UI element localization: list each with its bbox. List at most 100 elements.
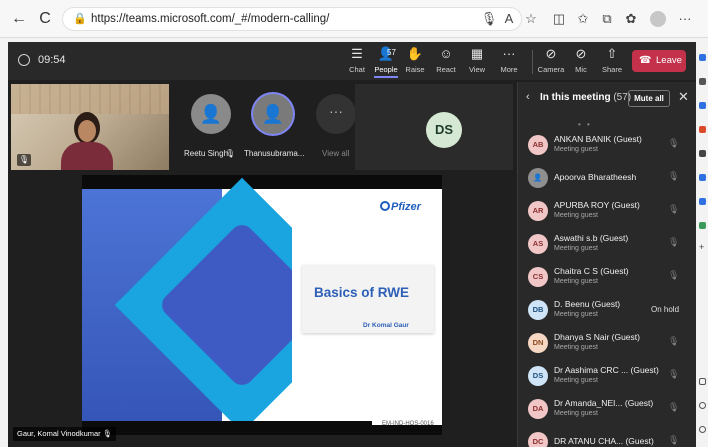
refresh-icon[interactable]: C <box>36 10 54 28</box>
sidebar-app-icon[interactable] <box>699 174 706 181</box>
mic-off-icon[interactable]: 🎙 <box>668 270 679 281</box>
participant-row[interactable]: AR APURBA ROY (Guest) Meeting guest 🎙 <box>518 195 697 227</box>
sidebar-toggle-icon[interactable] <box>699 378 706 385</box>
browser-toolbar: ← C 🔒 https://teams.microsoft.com/_#/mod… <box>0 0 708 38</box>
active-tab-indicator <box>374 76 398 78</box>
add-icon[interactable]: + <box>699 243 706 252</box>
scroll-indicator: • • <box>578 120 592 129</box>
people-panel: ‹ In this meeting (57) Mute all ✕ • • AB… <box>517 82 696 447</box>
sidebar-app-icon[interactable] <box>699 126 706 133</box>
participant-row[interactable]: AB ANKAN BANIK (Guest) Meeting guest 🎙 <box>518 129 697 161</box>
sidebar-app-icon[interactable] <box>699 222 706 229</box>
close-icon[interactable]: ✕ <box>678 89 689 105</box>
sidebar-app-icon[interactable] <box>699 150 706 157</box>
mic-icon[interactable]: 🎙 <box>480 10 498 28</box>
favorite-icon[interactable]: ☆ <box>522 10 540 28</box>
back-icon[interactable]: ← <box>10 10 28 28</box>
collections-icon[interactable]: ⧉ <box>598 10 616 28</box>
smiley-icon: ☺ <box>439 46 453 61</box>
view-all-button[interactable]: ··· <box>316 94 356 134</box>
chevron-left-icon[interactable]: ‹ <box>526 91 530 103</box>
presenter-body <box>61 142 113 170</box>
view-icon: ▦ <box>470 46 484 61</box>
participant-row[interactable]: DC DR ATANU CHA... (Guest) 🎙 <box>518 426 697 447</box>
split-screen-icon[interactable]: ◫ <box>550 10 568 28</box>
panel-title-text: In this meeting <box>540 92 611 103</box>
participant-role: Meeting guest <box>554 377 598 384</box>
participant-role: Meeting guest <box>554 344 598 351</box>
participant-name: ANKAN BANIK (Guest) <box>554 134 642 144</box>
participant-row[interactable]: 👤 Apoorva Bharatheesh 🎙 <box>518 162 697 194</box>
mic-off-icon[interactable]: 🎙 <box>668 369 679 380</box>
mic-off-icon[interactable]: 🎙 <box>668 237 679 248</box>
participant-role: Meeting guest <box>554 212 598 219</box>
profile-icon[interactable] <box>650 11 666 27</box>
mic-off-icon[interactable]: 🎙 <box>668 138 679 149</box>
participant-status: On hold <box>651 305 680 314</box>
more-icon[interactable]: ··· <box>676 10 694 28</box>
participant-name: Chaitra C S (Guest) <box>554 266 629 276</box>
mic-off-icon[interactable]: 🎙 <box>668 402 679 413</box>
mic-button[interactable]: ⊘ Mic <box>564 45 598 79</box>
presenter-face <box>78 120 96 142</box>
mic-off-icon[interactable]: 🎙 <box>668 435 679 446</box>
participant-row[interactable]: AS Aswathi s.b (Guest) Meeting guest 🎙 <box>518 228 697 260</box>
react-button[interactable]: ☺ React <box>429 45 463 79</box>
participant-avatar: DA <box>528 399 548 419</box>
address-bar[interactable]: 🔒 https://teams.microsoft.com/_#/modern-… <box>62 7 522 31</box>
view-label: View <box>468 65 486 74</box>
mic-muted-icon: 🎙 <box>102 429 113 438</box>
lock-icon[interactable]: 🔒 <box>73 12 87 25</box>
participant-name: APURBA ROY (Guest) <box>554 200 640 210</box>
participant-name: Apoorva Bharatheesh <box>554 172 637 182</box>
read-aloud-icon[interactable]: A <box>500 10 518 28</box>
extensions-icon[interactable]: ✿ <box>622 10 640 28</box>
presenter-name-tag: Gaur, Komal Vinodkumar 🎙 <box>13 427 117 441</box>
mic-muted-icon: 🎙 <box>225 149 236 158</box>
url-text: https://teams.microsoft.com/_#/modern-ca… <box>91 13 330 25</box>
person-icon: 👤 <box>199 104 223 124</box>
raise-hand-button[interactable]: ✋ Raise <box>398 45 432 79</box>
raise-label: Raise <box>405 65 425 74</box>
sidebar-app-icon[interactable] <box>699 102 706 109</box>
participant-avatar-ds: DS <box>426 112 462 148</box>
participant-avatar: AR <box>528 201 548 221</box>
mic-off-icon[interactable]: 🎙 <box>668 204 679 215</box>
mic-off-icon: ⊘ <box>575 46 587 61</box>
camera-label: Camera <box>537 65 565 74</box>
participant-role: Meeting guest <box>554 278 598 285</box>
more-label: More <box>500 65 518 74</box>
mic-off-icon[interactable]: 🎙 <box>668 171 679 182</box>
self-video-tile[interactable]: 🎙 <box>11 84 169 170</box>
gear-icon[interactable] <box>699 426 706 433</box>
camera-button[interactable]: ⊘ Camera <box>534 45 568 79</box>
participant-row[interactable]: DN Dhanya S Nair (Guest) Meeting guest 🎙 <box>518 327 697 359</box>
sidebar-app-icon[interactable] <box>699 54 706 61</box>
mic-off-icon[interactable]: 🎙 <box>668 336 679 347</box>
participant-row[interactable]: DA Dr Amanda_NEI... (Guest) Meeting guest 🎙 <box>518 393 697 425</box>
participant-name: Dr Aashima CRC ... (Guest) <box>554 365 659 375</box>
participant-row[interactable]: DB D. Beenu (Guest) Meeting guest On hold <box>518 294 697 326</box>
panel-title: In this meeting (57) <box>540 92 631 103</box>
slide-author: Dr Komal Gaur <box>363 322 409 329</box>
participant-name: D. Beenu (Guest) <box>554 299 621 309</box>
participant-avatar-reetu[interactable]: 👤 <box>191 94 231 134</box>
favorites-icon[interactable]: ✩ <box>574 10 592 28</box>
more-icon: ··· <box>502 46 516 61</box>
participant-row[interactable]: DS Dr Aashima CRC ... (Guest) Meeting gues… <box>518 360 697 392</box>
view-button[interactable]: ▦ View <box>460 45 494 79</box>
participant-name-reetu: Reetu Singh <box>184 149 229 158</box>
participant-avatar: AS <box>528 234 548 254</box>
sidebar-app-icon[interactable] <box>699 198 706 205</box>
participant-avatar-thanusubrama[interactable]: 👤 <box>253 94 293 134</box>
participant-row[interactable]: CS Chaitra C S (Guest) Meeting guest 🎙 <box>518 261 697 293</box>
sidebar-app-icon[interactable] <box>699 402 706 409</box>
share-button[interactable]: ⇧ Share <box>595 45 629 79</box>
search-icon[interactable] <box>699 78 706 85</box>
more-button[interactable]: ··· More <box>492 45 526 79</box>
participant-role: Meeting guest <box>554 146 598 153</box>
react-label: React <box>436 65 456 74</box>
leave-button[interactable]: ☎ Leave <box>632 50 686 72</box>
meeting-toolbar: 09:54 ☰ Chat 👤 57 People ✋ Raise ☺ React… <box>8 42 696 80</box>
mute-all-button[interactable]: Mute all <box>628 90 670 107</box>
